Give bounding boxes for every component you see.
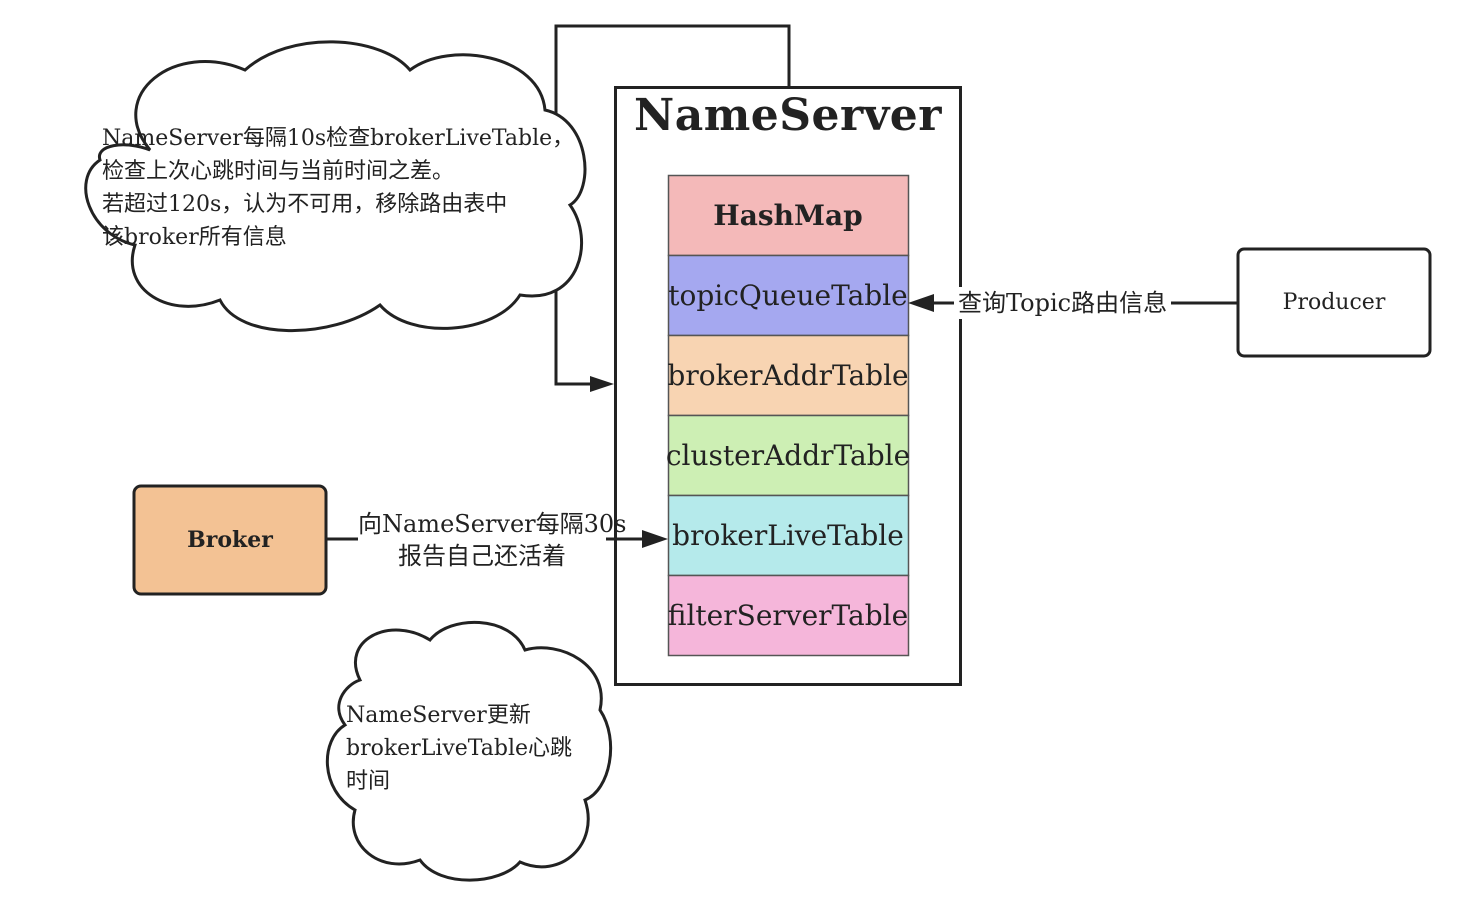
self-check-loop-arrowhead — [590, 376, 614, 392]
update-cloud-line-3: 时间 — [346, 769, 391, 794]
filter-server-table-row-label: filterServerTable — [667, 598, 909, 632]
hashmap-header-row-label: HashMap — [713, 198, 863, 232]
broker-live-table-row-label: brokerLiveTable — [672, 518, 904, 552]
broker-node[interactable]: Broker — [134, 486, 326, 594]
cluster-addr-table-row-label: clusterAddrTable — [665, 438, 911, 472]
update-cloud-line-1: NameServer更新 — [346, 703, 531, 728]
check-cloud-line-3: 若超过120s，认为不可用，移除路由表中 — [102, 192, 508, 217]
nameserver-title: NameServer — [634, 90, 942, 141]
broker-report-label: 向NameServer每隔30s 报告自己还活着 — [358, 508, 627, 572]
topic-queue-table-row: topicQueueTable — [668, 255, 908, 335]
producer-label: Producer — [1282, 290, 1386, 315]
broker-report-label-line-1: 向NameServer每隔30s — [358, 510, 627, 538]
broker-addr-table-row: brokerAddrTable — [667, 335, 909, 415]
broker-label: Broker — [187, 527, 273, 553]
check-cloud-line-2: 检查上次心跳时间与当前时间之差。 — [102, 159, 455, 184]
broker-addr-table-row-label: brokerAddrTable — [667, 358, 909, 392]
cluster-addr-table-row: clusterAddrTable — [665, 415, 911, 495]
update-cloud-text: NameServer更新 brokerLiveTable心跳 时间 — [346, 699, 572, 798]
hashmap-header-row: HashMap — [668, 175, 908, 255]
check-cloud-line-4: 该broker所有信息 — [102, 225, 287, 250]
broker-live-table-row: brokerLiveTable — [668, 495, 908, 575]
topic-queue-table-row-label: topicQueueTable — [668, 278, 908, 312]
filter-server-table-row: filterServerTable — [668, 575, 908, 655]
update-cloud-line-2: brokerLiveTable心跳 — [346, 736, 573, 761]
producer-query-label: 查询Topic路由信息 — [954, 287, 1172, 319]
check-cloud-text: NameServer每隔10s检查brokerLiveTable， 检查上次心跳… — [102, 122, 574, 254]
broker-report-label-line-2: 报告自己还活着 — [398, 542, 566, 570]
producer-node[interactable]: Producer — [1238, 249, 1430, 356]
check-cloud-line-1: NameServer每隔10s检查brokerLiveTable， — [102, 126, 575, 151]
